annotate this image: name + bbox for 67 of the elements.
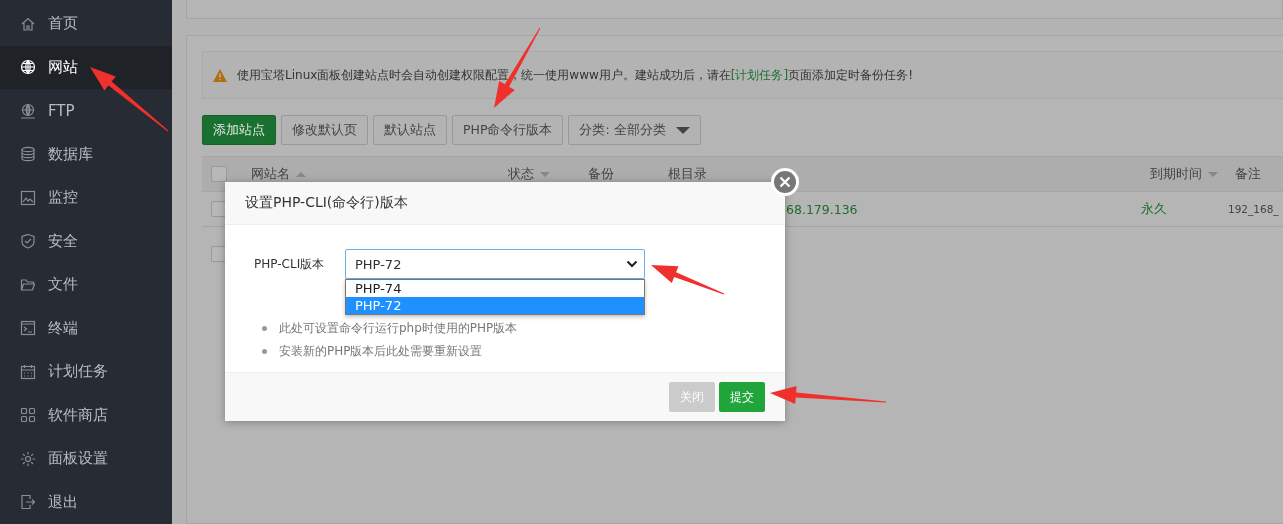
globe-icon (20, 59, 36, 76)
toolbar-button[interactable]: 修改默认页 (281, 115, 368, 145)
sidebar-item-label: 软件商店 (48, 405, 108, 425)
sidebar-item-label: 计划任务 (48, 362, 108, 382)
root-path-link[interactable]: 68.179.136 (786, 201, 1141, 217)
sidebar-item-label: 网站 (48, 57, 78, 77)
sidebar-item[interactable]: 安全 (0, 219, 172, 263)
schedule-link[interactable]: [计划任务] (730, 67, 789, 82)
expiry-cell-text: 永久 (1141, 200, 1168, 218)
sidebar-item[interactable]: 首页 (0, 2, 172, 46)
dialog-title: 设置PHP-CLI(命令行)版本 (225, 182, 785, 225)
toolbar-button[interactable]: 添加站点 (202, 115, 276, 145)
settings-icon (20, 450, 36, 467)
submit-button[interactable]: 提交 (719, 382, 765, 412)
sidebar-item-label: 终端 (48, 318, 78, 338)
sidebar-item-label: 数据库 (48, 144, 93, 164)
column-header[interactable]: 状态 (508, 165, 588, 183)
dropdown-option[interactable]: PHP-72 (346, 297, 644, 314)
sidebar-item[interactable]: 监控 (0, 176, 172, 220)
bullet-icon (262, 325, 267, 331)
column-header[interactable]: 备份 (588, 165, 668, 183)
column-header[interactable]: 根目录 (668, 165, 1150, 183)
version-select[interactable]: PHP-72 (345, 249, 645, 279)
home-icon (20, 15, 36, 32)
sidebar-item[interactable]: 计划任务 (0, 350, 172, 394)
bullet-icon (262, 348, 267, 354)
column-header[interactable]: 备注 (1235, 165, 1283, 183)
monitor-chart-icon (20, 189, 36, 206)
category-dropdown[interactable]: 分类: 全部分类 (568, 115, 701, 145)
globe-network-icon (20, 102, 36, 119)
toolbar-button[interactable]: 默认站点 (373, 115, 447, 145)
shield-icon (20, 233, 36, 250)
hint-text: 此处可设置命令行运行php时使用的PHP版本 (279, 320, 518, 337)
sidebar-item-label: 面板设置 (48, 449, 108, 469)
grid-icon (20, 407, 36, 424)
calendar-icon (20, 363, 36, 380)
close-icon (779, 176, 791, 188)
sidebar-item[interactable]: 网站 (0, 45, 172, 89)
warning-icon (213, 68, 227, 82)
sidebar-item[interactable]: 面板设置 (0, 437, 172, 481)
sidebar-item-label: 退出 (48, 492, 78, 512)
checkbox[interactable] (211, 166, 227, 182)
terminal-icon (20, 320, 36, 337)
folder-icon (20, 276, 36, 293)
chevron-down-icon (626, 260, 638, 268)
toolbar-button[interactable]: PHP命令行版本 (452, 115, 564, 145)
sidebar-item-label: FTP (48, 101, 75, 120)
column-header[interactable]: 到期时间 (1150, 165, 1235, 183)
sidebar-item[interactable]: 文件 (0, 263, 172, 307)
sidebar-item[interactable]: 软件商店 (0, 393, 172, 437)
dropdown-option[interactable]: PHP-74 (346, 280, 644, 297)
sidebar-item-label: 监控 (48, 188, 78, 208)
sidebar-item-label: 首页 (48, 14, 78, 34)
sidebar-item[interactable]: 终端 (0, 306, 172, 350)
hint-text: 安装新的PHP版本后此处需要重新设置 (279, 343, 483, 360)
logout-icon (20, 494, 36, 511)
column-header[interactable]: 网站名 (251, 165, 508, 183)
database-icon (20, 146, 36, 163)
sidebar-item[interactable]: FTP (0, 89, 172, 133)
sidebar-item-label: 文件 (48, 275, 78, 295)
field-label: PHP-CLI版本 (254, 255, 326, 273)
note-cell-text: 192_168_ (1228, 203, 1280, 215)
caret-icon (675, 126, 690, 134)
notice-text: 使用宝塔Linux面板创建站点时会自动创建权限配置，统一使用www用户。建站成功后，请在[计划任务]页面添加定时备份任务! (237, 66, 913, 84)
sidebar-item[interactable]: 退出 (0, 480, 172, 524)
sidebar-item-label: 安全 (48, 231, 78, 251)
sidebar-item[interactable]: 数据库 (0, 132, 172, 176)
